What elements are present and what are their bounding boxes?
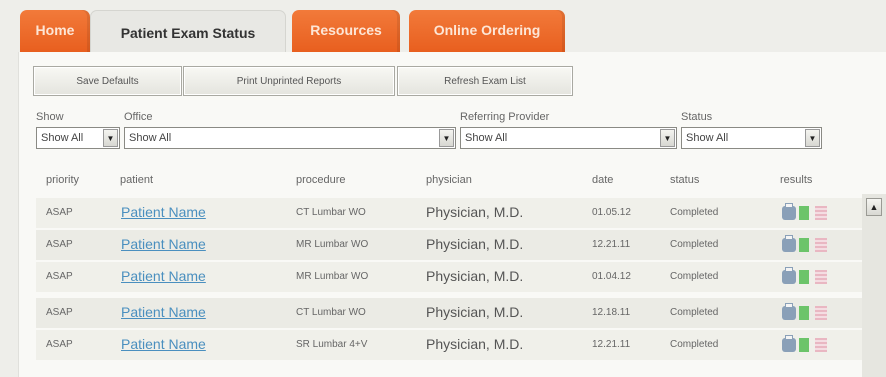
show-filter-select[interactable]: Show All ▼ bbox=[36, 127, 120, 149]
procedure-cell: MR Lumbar WO bbox=[296, 271, 369, 282]
chevron-down-icon[interactable]: ▼ bbox=[660, 129, 675, 147]
status-cell: Completed bbox=[670, 307, 719, 318]
report-document-icon[interactable] bbox=[799, 238, 809, 252]
column-header-physician[interactable]: physician bbox=[426, 174, 472, 186]
referring-provider-filter-value: Show All bbox=[465, 132, 508, 144]
date-cell: 12.18.11 bbox=[592, 307, 631, 318]
date-cell: 12.21.11 bbox=[592, 239, 631, 250]
priority-cell: ASAP bbox=[46, 307, 73, 318]
chevron-down-icon[interactable]: ▼ bbox=[439, 129, 454, 147]
printer-icon[interactable] bbox=[782, 203, 796, 220]
status-filter-value: Show All bbox=[686, 132, 729, 144]
image-document-icon[interactable] bbox=[815, 270, 827, 284]
office-filter-select[interactable]: Show All ▼ bbox=[124, 127, 456, 149]
patient-name-link[interactable]: Patient Name bbox=[121, 204, 206, 220]
status-filter-select[interactable]: Show All ▼ bbox=[681, 127, 822, 149]
office-filter-label: Office bbox=[124, 111, 153, 123]
status-filter-label: Status bbox=[681, 111, 713, 123]
printer-icon[interactable] bbox=[782, 235, 796, 252]
date-cell: 01.05.12 bbox=[592, 207, 631, 218]
procedure-cell: CT Lumbar WO bbox=[296, 207, 366, 218]
printer-icon[interactable] bbox=[782, 303, 796, 320]
procedure-cell: CT Lumbar WO bbox=[296, 307, 366, 318]
procedure-cell: MR Lumbar WO bbox=[296, 239, 369, 250]
column-header-date[interactable]: date bbox=[592, 174, 613, 186]
status-cell: Completed bbox=[670, 271, 719, 282]
priority-cell: ASAP bbox=[46, 339, 73, 350]
patient-name-link[interactable]: Patient Name bbox=[121, 304, 206, 320]
physician-cell: Physician, M.D. bbox=[426, 268, 524, 284]
physician-cell: Physician, M.D. bbox=[426, 236, 524, 252]
report-document-icon[interactable] bbox=[799, 270, 809, 284]
priority-cell: ASAP bbox=[46, 271, 73, 282]
column-header-priority[interactable]: priority bbox=[46, 174, 79, 186]
physician-cell: Physician, M.D. bbox=[426, 304, 524, 320]
procedure-cell: SR Lumbar 4+V bbox=[296, 339, 368, 350]
priority-cell: ASAP bbox=[46, 239, 73, 250]
report-document-icon[interactable] bbox=[799, 338, 809, 352]
printer-icon[interactable] bbox=[782, 335, 796, 352]
tab-patient-exam-status[interactable]: Patient Exam Status bbox=[90, 10, 286, 56]
patient-name-link[interactable]: Patient Name bbox=[121, 268, 206, 284]
show-filter-label: Show bbox=[36, 111, 64, 123]
physician-cell: Physician, M.D. bbox=[426, 336, 524, 352]
patient-name-link[interactable]: Patient Name bbox=[121, 236, 206, 252]
office-filter-value: Show All bbox=[129, 132, 172, 144]
refresh-exam-list-button[interactable]: Refresh Exam List bbox=[397, 66, 573, 96]
tab-resources[interactable]: Resources bbox=[292, 10, 400, 52]
image-document-icon[interactable] bbox=[815, 338, 827, 352]
status-cell: Completed bbox=[670, 339, 719, 350]
image-document-icon[interactable] bbox=[815, 306, 827, 320]
show-filter-value: Show All bbox=[41, 132, 84, 144]
tab-bar: Home Patient Exam Status Resources Onlin… bbox=[0, 0, 886, 56]
scroll-up-arrow-icon[interactable]: ▲ bbox=[866, 198, 882, 216]
referring-provider-filter-select[interactable]: Show All ▼ bbox=[460, 127, 677, 149]
image-document-icon[interactable] bbox=[815, 206, 827, 220]
status-cell: Completed bbox=[670, 239, 719, 250]
chevron-down-icon[interactable]: ▼ bbox=[805, 129, 820, 147]
tab-home[interactable]: Home bbox=[20, 10, 90, 52]
date-cell: 12.21.11 bbox=[592, 339, 631, 350]
save-defaults-button[interactable]: Save Defaults bbox=[33, 66, 182, 96]
column-header-status[interactable]: status bbox=[670, 174, 699, 186]
referring-provider-filter-label: Referring Provider bbox=[460, 111, 550, 123]
column-header-patient[interactable]: patient bbox=[120, 174, 153, 186]
image-document-icon[interactable] bbox=[815, 238, 827, 252]
column-header-procedure[interactable]: procedure bbox=[296, 174, 346, 186]
table-scrollbar[interactable] bbox=[862, 194, 886, 377]
report-document-icon[interactable] bbox=[799, 206, 809, 220]
status-cell: Completed bbox=[670, 207, 719, 218]
column-header-results: results bbox=[780, 174, 813, 186]
date-cell: 01.04.12 bbox=[592, 271, 631, 282]
tab-online-ordering[interactable]: Online Ordering bbox=[409, 10, 565, 52]
physician-cell: Physician, M.D. bbox=[426, 204, 524, 220]
report-document-icon[interactable] bbox=[799, 306, 809, 320]
print-unprinted-reports-button[interactable]: Print Unprinted Reports bbox=[183, 66, 395, 96]
patient-name-link[interactable]: Patient Name bbox=[121, 336, 206, 352]
priority-cell: ASAP bbox=[46, 207, 73, 218]
chevron-down-icon[interactable]: ▼ bbox=[103, 129, 118, 147]
printer-icon[interactable] bbox=[782, 267, 796, 284]
